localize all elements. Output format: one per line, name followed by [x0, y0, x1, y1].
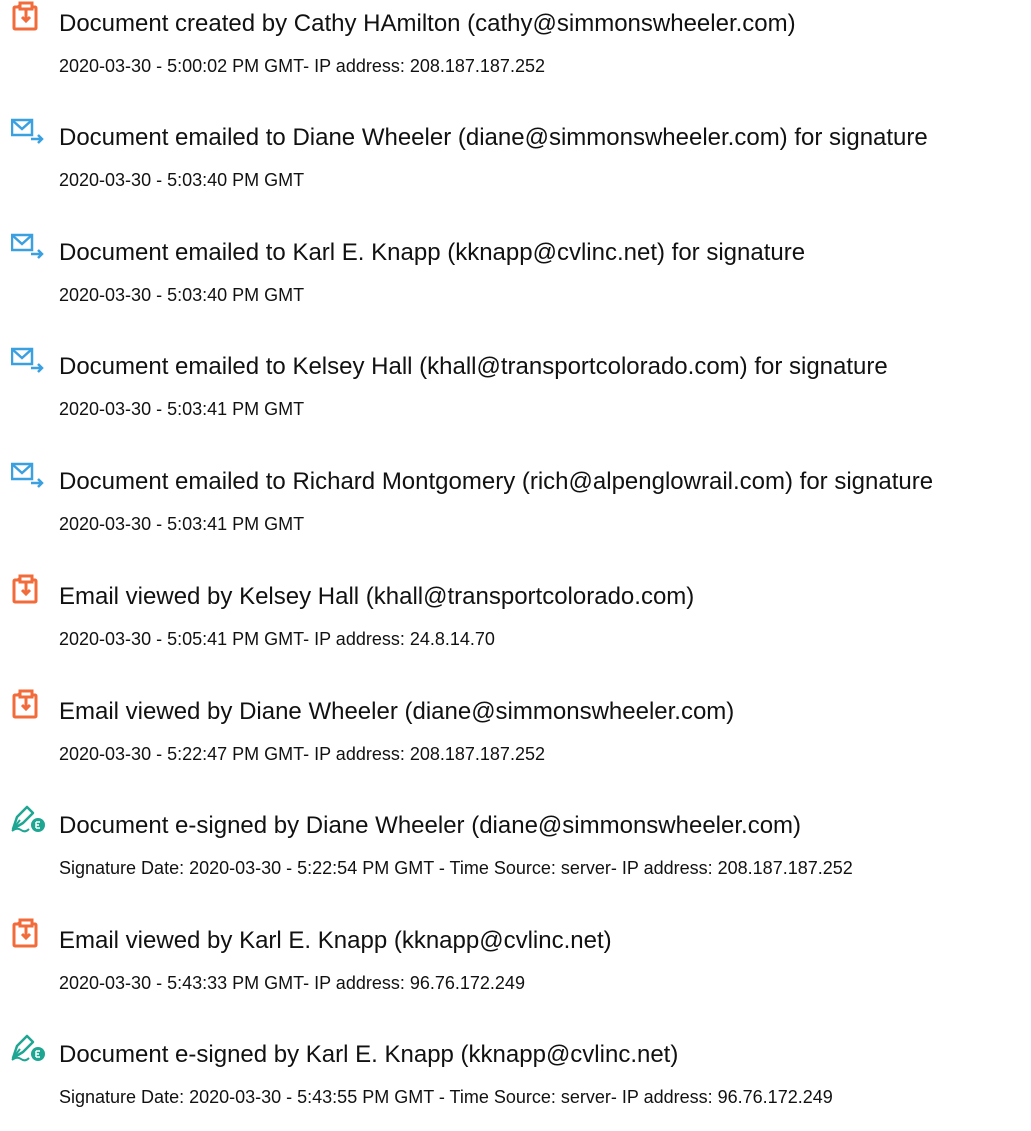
- entry-title: Document emailed to Diane Wheeler (diane…: [59, 124, 928, 151]
- audit-entry: Email viewed by Diane Wheeler (diane@sim…: [0, 688, 1031, 788]
- entry-title: Email viewed by Kelsey Hall (khall@trans…: [59, 583, 695, 610]
- audit-entry: Document emailed to Richard Montgomery (…: [0, 458, 1031, 558]
- document-orange-icon: [11, 574, 47, 604]
- audit-entry: Document emailed to Diane Wheeler (diane…: [0, 114, 1031, 214]
- entry-title: Document emailed to Kelsey Hall (khall@t…: [59, 353, 888, 380]
- entry-detail: 2020-03-30 - 5:03:40 PM GMT: [59, 285, 305, 305]
- audit-entry: Document e-signed by Karl E. Knapp (kkna…: [0, 1031, 1031, 1131]
- entry-detail: 2020-03-30 - 5:05:41 PM GMT- IP address:…: [59, 629, 495, 649]
- document-orange-icon: [11, 1, 47, 31]
- entry-title: Email viewed by Diane Wheeler (diane@sim…: [59, 698, 735, 725]
- entry-detail: 2020-03-30 - 5:03:40 PM GMT: [59, 170, 305, 190]
- document-orange-icon: [11, 689, 47, 719]
- audit-entry: Document e-signed by Diane Wheeler (dian…: [0, 802, 1031, 902]
- document-orange-icon: [11, 918, 47, 948]
- audit-entry: Email viewed by Kelsey Hall (khall@trans…: [0, 573, 1031, 673]
- email-sent-icon: [11, 115, 47, 145]
- esign-pen-icon: [11, 1032, 47, 1062]
- entry-title: Email viewed by Karl E. Knapp (kknapp@cv…: [59, 927, 612, 954]
- entry-detail: 2020-03-30 - 5:00:02 PM GMT- IP address:…: [59, 56, 545, 76]
- entry-detail: 2020-03-30 - 5:03:41 PM GMT: [59, 399, 305, 419]
- entry-title: Document e-signed by Diane Wheeler (dian…: [59, 812, 802, 839]
- entry-title: Document emailed to Richard Montgomery (…: [59, 468, 934, 495]
- entry-detail: 2020-03-30 - 5:03:41 PM GMT: [59, 514, 305, 534]
- entry-title: Document emailed to Karl E. Knapp (kknap…: [59, 239, 806, 266]
- email-sent-icon: [11, 344, 47, 374]
- audit-entry: Document emailed to Karl E. Knapp (kknap…: [0, 229, 1031, 329]
- entry-detail: 2020-03-30 - 5:43:33 PM GMT- IP address:…: [59, 973, 525, 993]
- audit-entry: Document created by Cathy HAmilton (cath…: [0, 0, 1031, 100]
- entry-detail: 2020-03-30 - 5:22:47 PM GMT- IP address:…: [59, 744, 545, 764]
- entry-detail: Signature Date: 2020-03-30 - 5:43:55 PM …: [59, 1087, 833, 1107]
- audit-entry: Email viewed by Karl E. Knapp (kknapp@cv…: [0, 917, 1031, 1017]
- email-sent-icon: [11, 459, 47, 489]
- entry-title: Document created by Cathy HAmilton (cath…: [59, 10, 796, 37]
- esign-pen-icon: [11, 803, 47, 833]
- entry-title: Document e-signed by Karl E. Knapp (kkna…: [59, 1041, 679, 1068]
- entry-detail: Signature Date: 2020-03-30 - 5:22:54 PM …: [59, 858, 853, 878]
- audit-entry: Document emailed to Kelsey Hall (khall@t…: [0, 343, 1031, 443]
- email-sent-icon: [11, 230, 47, 260]
